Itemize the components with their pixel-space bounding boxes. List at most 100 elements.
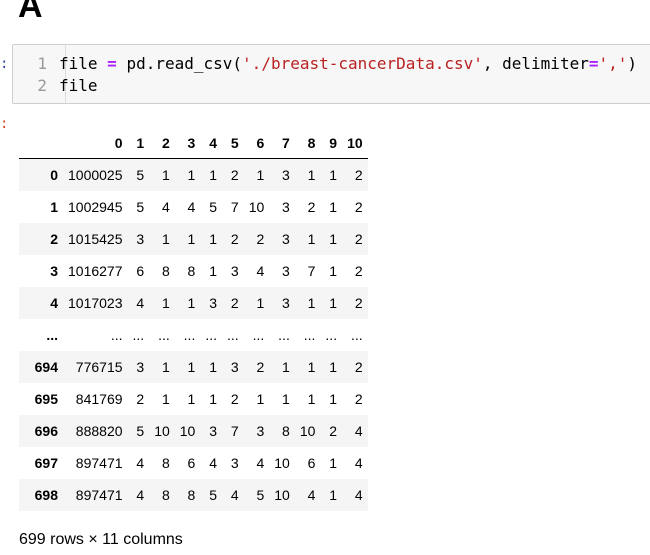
table-cell: 1 <box>209 263 218 279</box>
table-cell: 1 <box>329 295 338 311</box>
table-cell: 1016277 <box>68 263 123 279</box>
table-cell: 5 <box>209 199 218 215</box>
table-cell: 2 <box>230 231 239 247</box>
dataframe-table: 0 1 2 3 4 5 6 7 8 9 10 0 1000025 5 1 1 1 2 1 3 1 1… <box>19 128 368 511</box>
row-index: 698 <box>34 487 58 503</box>
table-cell: 1 <box>209 231 218 247</box>
table-row: 4 1017023 4 1 1 3 2 1 3 1 1 2 <box>19 287 368 319</box>
table-cell: 1 <box>187 391 196 407</box>
table-cell: 8 <box>161 455 170 471</box>
table-cell: 5 <box>209 487 218 503</box>
table-row: 697 897471 4 8 6 4 3 4 10 6 1 4 <box>19 447 368 479</box>
table-cell: 4 <box>187 199 196 215</box>
table-cell: 4 <box>256 455 265 471</box>
table-cell: 5 <box>136 199 145 215</box>
table-row: 694 776715 3 1 1 1 3 2 1 1 1 2 <box>19 351 368 383</box>
table-cell: 1 <box>307 231 316 247</box>
table-cell: 3 <box>282 295 290 311</box>
table-cell: ... <box>252 327 265 343</box>
table-row: .................................... <box>19 319 368 351</box>
column-header: 4 <box>200 128 223 159</box>
table-cell: 4 <box>307 487 316 503</box>
table-cell: 1 <box>161 231 170 247</box>
table-cell: 2 <box>136 391 145 407</box>
table-cell: 8 <box>161 263 170 279</box>
table-cell: 1 <box>329 391 338 407</box>
row-index: 696 <box>34 423 58 439</box>
table-cell: 2 <box>354 199 363 215</box>
table-cell: ... <box>278 327 290 343</box>
table-cell: 7 <box>230 423 239 439</box>
table-cell: 5 <box>256 487 265 503</box>
table-cell: 1 <box>282 359 290 375</box>
code-arg: , delimiter <box>482 54 589 73</box>
row-index: 3 <box>50 263 58 279</box>
column-header: 10 <box>342 128 368 159</box>
table-cell: 6 <box>307 455 316 471</box>
column-header: 7 <box>269 128 295 159</box>
table-cell: 4 <box>354 423 363 439</box>
table-cell: 1 <box>187 295 196 311</box>
table-cell: 1 <box>187 359 196 375</box>
row-index: 694 <box>34 359 58 375</box>
code-cell[interactable]: 1 file = pd.read_csv('./breast-cancerData… <box>12 44 650 104</box>
table-cell: 3 <box>230 359 239 375</box>
table-cell: ... <box>351 327 363 343</box>
table-cell: 2 <box>230 167 239 183</box>
table-cell: 4 <box>136 455 145 471</box>
column-header: 5 <box>222 128 244 159</box>
code-var: file <box>59 54 108 73</box>
table-cell: 6 <box>187 455 196 471</box>
table-cell: 1000025 <box>68 167 123 183</box>
table-cell: 3 <box>256 423 265 439</box>
code-call: pd.read_csv( <box>116 54 243 73</box>
table-cell: 1 <box>187 167 196 183</box>
table-cell: 4 <box>209 455 218 471</box>
table-cell: 1 <box>307 295 316 311</box>
table-cell: ... <box>110 327 123 343</box>
code-line-1[interactable]: 1 file = pd.read_csv('./breast-cancerData… <box>13 53 637 75</box>
table-cell: 10 <box>274 455 290 471</box>
table-cell: 3 <box>282 231 290 247</box>
table-cell: 1 <box>329 455 338 471</box>
row-index: 2 <box>50 231 58 247</box>
table-cell: 8 <box>187 487 196 503</box>
table-cell: 2 <box>354 359 363 375</box>
table-cell: 2 <box>354 167 363 183</box>
table-cell: 1 <box>161 391 170 407</box>
table-cell: 3 <box>282 199 290 215</box>
table-cell: 8 <box>282 423 290 439</box>
table-cell: 4 <box>354 487 363 503</box>
table-cell: 1 <box>256 295 265 311</box>
table-cell: 10 <box>248 199 265 215</box>
table-row: 698 897471 4 8 8 5 4 5 10 4 1 4 <box>19 479 368 511</box>
table-row: 695 841769 2 1 1 1 2 1 1 1 1 2 <box>19 383 368 415</box>
table-cell: 1 <box>329 231 338 247</box>
table-cell: 4 <box>230 487 239 503</box>
table-cell: 3 <box>136 231 145 247</box>
table-cell: 4 <box>161 199 170 215</box>
table-cell: 897471 <box>75 455 123 471</box>
column-header: 2 <box>149 128 175 159</box>
table-cell: 4 <box>256 263 265 279</box>
table-cell: 2 <box>230 391 239 407</box>
code-var: file <box>59 76 98 95</box>
table-cell: 2 <box>256 359 265 375</box>
column-header: 0 <box>63 128 128 159</box>
code-line-2[interactable]: 2 file <box>13 75 98 97</box>
table-cell: 2 <box>354 295 363 311</box>
table-cell: 1 <box>256 167 265 183</box>
table-cell: 7 <box>230 199 239 215</box>
table-cell: ... <box>205 327 218 343</box>
table-row: 1 1002945 5 4 4 5 7 10 3 2 1 2 <box>19 191 368 223</box>
table-cell: 3 <box>230 263 239 279</box>
row-index: 695 <box>34 391 58 407</box>
table-cell: 1 <box>329 167 338 183</box>
table-cell: 1 <box>307 391 316 407</box>
line-number: 1 <box>37 54 47 73</box>
table-cell: 2 <box>307 199 316 215</box>
table-cell: 1015425 <box>68 231 123 247</box>
table-cell: 3 <box>282 167 290 183</box>
table-row: 2 1015425 3 1 1 1 2 2 3 1 1 2 <box>19 223 368 255</box>
line-number: 2 <box>37 76 47 95</box>
